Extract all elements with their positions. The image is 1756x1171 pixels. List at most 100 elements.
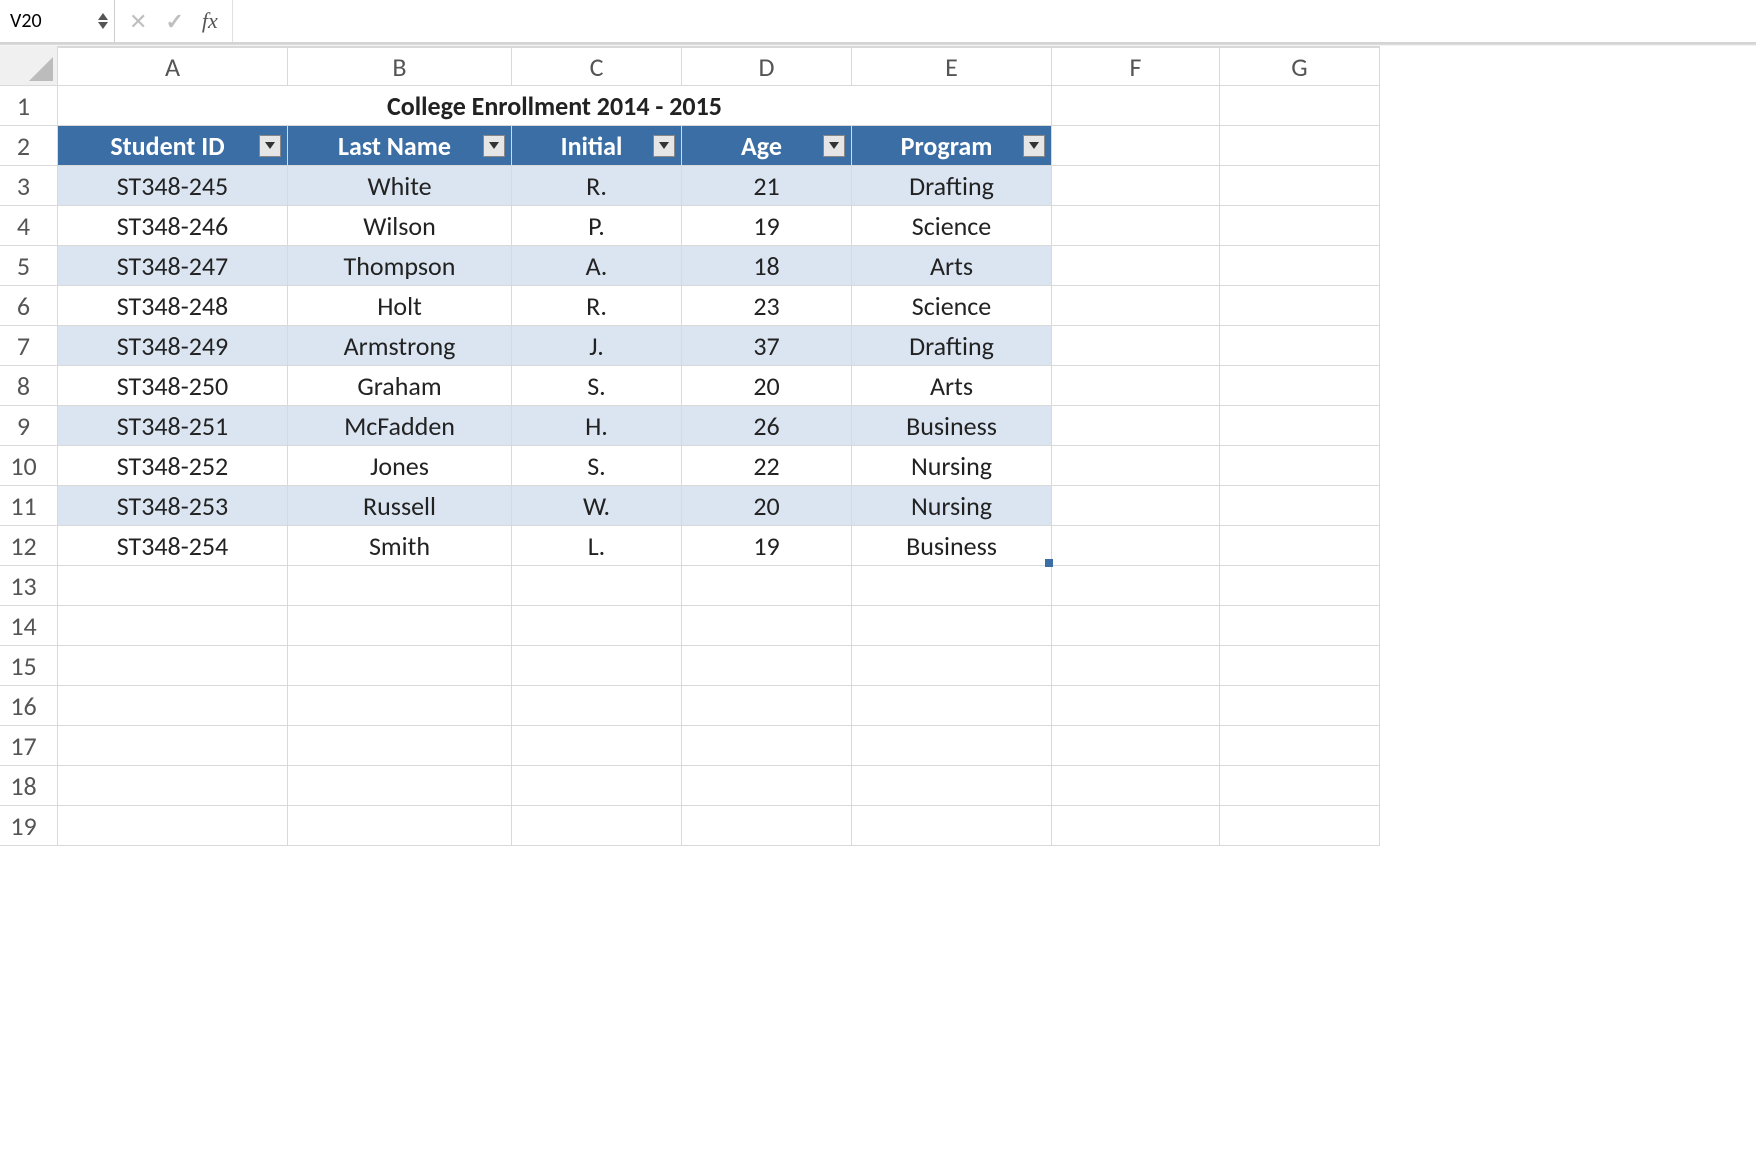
row-header[interactable]: 14 [0, 606, 58, 646]
cell[interactable] [852, 806, 1052, 846]
table-cell[interactable]: 22 [682, 446, 852, 486]
table-cell[interactable]: R. [512, 286, 682, 326]
row-header[interactable]: 9 [0, 406, 58, 446]
cell[interactable] [512, 806, 682, 846]
cell[interactable] [1220, 606, 1380, 646]
table-cell[interactable]: Science [852, 206, 1052, 246]
row-header[interactable]: 6 [0, 286, 58, 326]
column-header[interactable]: A [58, 46, 288, 86]
table-cell[interactable]: White [288, 166, 512, 206]
filter-dropdown-icon[interactable] [259, 135, 281, 157]
row-header[interactable]: 4 [0, 206, 58, 246]
cell[interactable] [1220, 86, 1380, 126]
column-header[interactable]: D [682, 46, 852, 86]
table-cell[interactable]: Smith [288, 526, 512, 566]
row-header[interactable]: 19 [0, 806, 58, 846]
table-cell[interactable]: Thompson [288, 246, 512, 286]
cell[interactable] [682, 806, 852, 846]
row-header[interactable]: 12 [0, 526, 58, 566]
cell[interactable] [1052, 446, 1220, 486]
table-cell[interactable]: Graham [288, 366, 512, 406]
cell[interactable] [1052, 366, 1220, 406]
spinner-up-icon[interactable] [98, 13, 108, 20]
cell[interactable] [58, 806, 288, 846]
column-header[interactable]: B [288, 46, 512, 86]
table-cell[interactable]: P. [512, 206, 682, 246]
column-header[interactable]: F [1052, 46, 1220, 86]
cell[interactable] [1220, 366, 1380, 406]
cell[interactable] [1052, 286, 1220, 326]
cell[interactable] [1052, 726, 1220, 766]
table-cell[interactable]: ST348-251 [58, 406, 288, 446]
table-cell[interactable]: McFadden [288, 406, 512, 446]
table-cell[interactable]: Holt [288, 286, 512, 326]
cell[interactable] [852, 606, 1052, 646]
table-cell[interactable]: 19 [682, 206, 852, 246]
table-header-cell[interactable]: Initial [512, 126, 682, 166]
table-cell[interactable]: Russell [288, 486, 512, 526]
table-cell[interactable]: 21 [682, 166, 852, 206]
filter-dropdown-icon[interactable] [653, 135, 675, 157]
cell[interactable] [1220, 806, 1380, 846]
cell[interactable] [1220, 486, 1380, 526]
cell[interactable] [288, 566, 512, 606]
fx-icon[interactable]: fx [202, 8, 218, 34]
table-cell[interactable]: A. [512, 246, 682, 286]
filter-dropdown-icon[interactable] [1023, 135, 1045, 157]
cancel-icon[interactable] [129, 8, 147, 35]
table-cell[interactable]: Wilson [288, 206, 512, 246]
cell[interactable] [852, 566, 1052, 606]
cell[interactable] [1052, 86, 1220, 126]
cell[interactable] [1052, 526, 1220, 566]
table-cell[interactable]: 20 [682, 486, 852, 526]
table-cell[interactable]: Drafting [852, 326, 1052, 366]
cell[interactable] [852, 646, 1052, 686]
filter-dropdown-icon[interactable] [823, 135, 845, 157]
table-cell[interactable]: Arts [852, 246, 1052, 286]
table-cell[interactable]: ST348-248 [58, 286, 288, 326]
cell[interactable] [1052, 806, 1220, 846]
table-cell[interactable]: Nursing [852, 486, 1052, 526]
cell[interactable] [682, 766, 852, 806]
row-header[interactable]: 16 [0, 686, 58, 726]
cell[interactable] [512, 566, 682, 606]
row-header[interactable]: 11 [0, 486, 58, 526]
cell[interactable] [682, 686, 852, 726]
table-cell[interactable]: W. [512, 486, 682, 526]
select-all-corner[interactable] [0, 46, 58, 86]
cell[interactable] [852, 686, 1052, 726]
table-header-cell[interactable]: Program [852, 126, 1052, 166]
cell[interactable] [288, 646, 512, 686]
cell[interactable] [1220, 206, 1380, 246]
cell[interactable] [58, 606, 288, 646]
formula-input[interactable] [232, 0, 1756, 42]
cell[interactable] [1220, 166, 1380, 206]
cell[interactable] [512, 766, 682, 806]
cell[interactable] [1052, 246, 1220, 286]
spreadsheet-grid[interactable]: ABCDEFG1College Enrollment 2014 - 20152S… [0, 46, 1756, 846]
row-header[interactable]: 1 [0, 86, 58, 126]
table-cell[interactable]: 26 [682, 406, 852, 446]
cell[interactable] [512, 606, 682, 646]
column-header[interactable]: E [852, 46, 1052, 86]
cell[interactable] [1220, 526, 1380, 566]
table-cell[interactable]: Business [852, 406, 1052, 446]
row-header[interactable]: 13 [0, 566, 58, 606]
cell[interactable] [1220, 686, 1380, 726]
table-cell[interactable]: S. [512, 446, 682, 486]
cell[interactable] [1220, 566, 1380, 606]
cell[interactable] [682, 566, 852, 606]
cell[interactable] [682, 646, 852, 686]
cell[interactable] [1052, 646, 1220, 686]
cell[interactable] [288, 766, 512, 806]
column-header[interactable]: C [512, 46, 682, 86]
cell[interactable] [58, 686, 288, 726]
table-cell[interactable]: ST348-252 [58, 446, 288, 486]
table-cell[interactable]: ST348-254 [58, 526, 288, 566]
table-cell[interactable]: ST348-245 [58, 166, 288, 206]
row-header[interactable]: 17 [0, 726, 58, 766]
cell[interactable] [1052, 766, 1220, 806]
cell[interactable] [1220, 766, 1380, 806]
cell[interactable] [1052, 566, 1220, 606]
table-cell[interactable]: ST348-246 [58, 206, 288, 246]
